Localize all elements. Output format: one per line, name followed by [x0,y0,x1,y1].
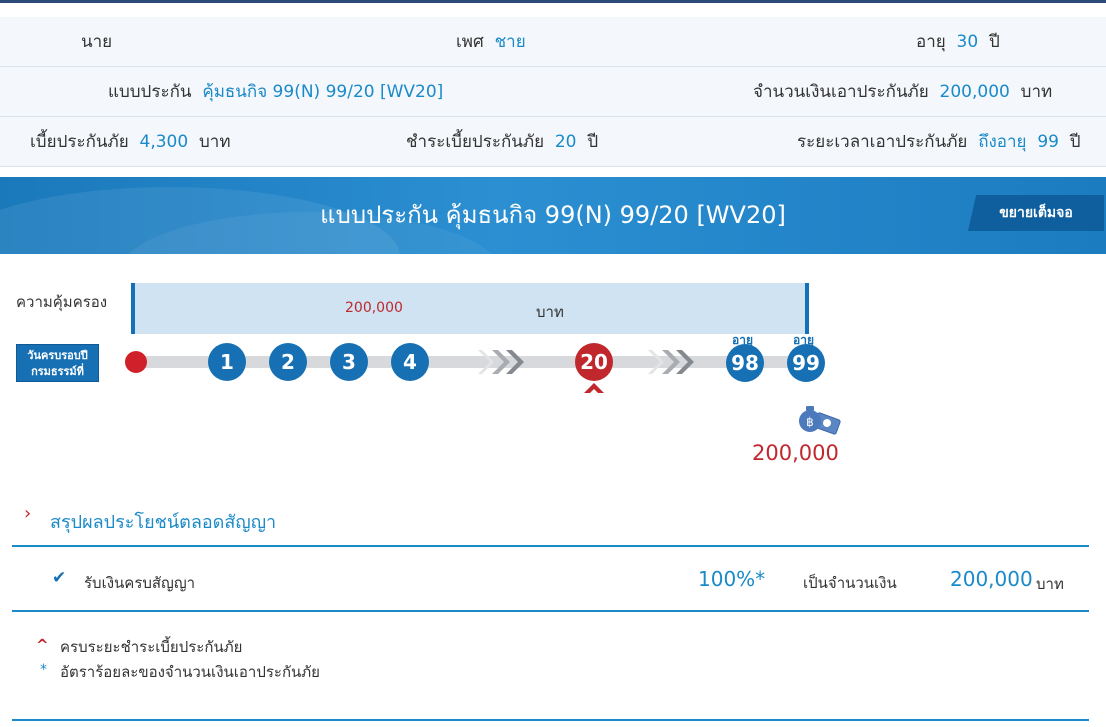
skip-arrows-icon [648,350,694,374]
payment-end-marker-inner [588,389,600,395]
age-marker-99: 99 [787,344,825,382]
coverage-unit: บาท [536,303,564,321]
payout-amount: 200,000 [752,441,839,465]
age-value: 30 [956,32,979,52]
plan-banner: แบบประกัน คุ้มธนกิจ 99(N) 99/20 [WV20] ข… [0,177,1106,254]
plan-label: แบบประกัน [108,82,192,102]
pay-term-unit: ปี [587,132,599,152]
benefit-percent: 100%* [698,567,766,591]
expand-fullscreen-button[interactable]: ขยายเต็มจอ [968,195,1104,231]
benefit-unit: บาท [1036,575,1064,593]
chevron-right-icon[interactable]: › [24,503,31,524]
policy-anniversary-badge: วันครบรอบปี กรมธรรม์ที่ [16,344,99,382]
year-marker-4: 4 [391,343,429,381]
premium-unit: บาท [199,132,231,152]
legend-percent-of-sum: อัตราร้อยละของจำนวนเงินเอาประกันภัย [60,663,320,681]
year-marker-2: 2 [269,343,307,381]
gender-value: ชาย [494,32,526,52]
asterisk-icon: * [40,662,47,678]
coverage-amount: 200,000 [345,300,403,316]
pay-term-field: ชำระเบี้ยประกันภัย 20 ปี [406,117,598,167]
coverage-term-value: ถึงอายุ [978,132,1027,152]
coverage-label: ความคุ้มครอง [16,293,108,311]
plan-value: คุ้มธนกิจ 99(N) 99/20 [WV20] [202,82,444,102]
premium-field: เบี้ยประกันภัย 4,300 บาท [30,117,231,167]
svg-text:฿: ฿ [806,415,814,429]
legend-payment-end: ครบระยะชำระเบี้ยประกันภัย [60,638,243,656]
title-prefix: นาย [81,32,113,52]
money-payout-icon: ฿ [799,406,841,435]
info-row-personal: นาย เพศ ชาย อายุ 30 ปี [0,17,1106,67]
sum-insured-value: 200,000 [939,82,1010,102]
year-marker-1: 1 [208,343,246,381]
info-row-plan: แบบประกัน คุ้มธนกิจ 99(N) 99/20 [WV20] จ… [0,67,1106,117]
skip-arrows-icon [478,350,524,374]
sum-insured-field: จำนวนเงินเอาประกันภัย 200,000 บาท [753,67,1052,117]
divider [12,719,1089,721]
premium-value: 4,300 [139,132,189,152]
anniversary-label-line2: กรมธรรม์ที่ [31,365,84,378]
year-marker-20: 20 [575,343,613,381]
age-unit: ปี [988,32,1000,52]
caret-up-icon: ^ [36,636,49,654]
benefit-label: รับเงินครบสัญญา [84,574,196,592]
coverage-term-label: ระยะเวลาเอาประกันภัย [797,132,968,152]
anniversary-label-line1: วันครบรอบปี [27,349,88,362]
timeline-start-dot [125,351,147,373]
sum-insured-label: จำนวนเงินเอาประกันภัย [753,82,929,102]
top-border [0,0,1106,3]
age-label: อายุ [916,32,946,52]
age-field: อายุ 30 ปี [916,17,1000,67]
premium-label: เบี้ยประกันภัย [30,132,129,152]
coverage-bar [131,283,809,334]
divider [12,545,1089,547]
sum-insured-unit: บาท [1020,82,1053,102]
age-marker-98: 98 [726,344,764,382]
pay-term-value: 20 [554,132,577,152]
plan-field: แบบประกัน คุ้มธนกิจ 99(N) 99/20 [WV20] [108,67,443,117]
info-row-premium: เบี้ยประกันภัย 4,300 บาท ชำระเบี้ยประกัน… [0,117,1106,167]
checkmark-icon: ✔ [52,568,67,588]
benefit-as-label: เป็นจำนวนเงิน [803,574,897,592]
coverage-term-field: ระยะเวลาเอาประกันภัย ถึงอายุ 99 ปี [797,117,1081,167]
benefit-summary-title[interactable]: สรุปผลประโยชน์ตลอดสัญญา [50,507,276,536]
benefit-amount: 200,000 [950,567,1033,591]
coverage-term-age: 99 [1037,132,1059,152]
divider [12,610,1089,612]
gender-field: เพศ ชาย [456,17,526,67]
coverage-term-unit: ปี [1069,132,1081,152]
banner-title: แบบประกัน คุ้มธนกิจ 99(N) 99/20 [WV20] [320,201,786,229]
pay-term-label: ชำระเบี้ยประกันภัย [406,132,545,152]
gender-label: เพศ [456,32,484,52]
year-marker-3: 3 [330,343,368,381]
